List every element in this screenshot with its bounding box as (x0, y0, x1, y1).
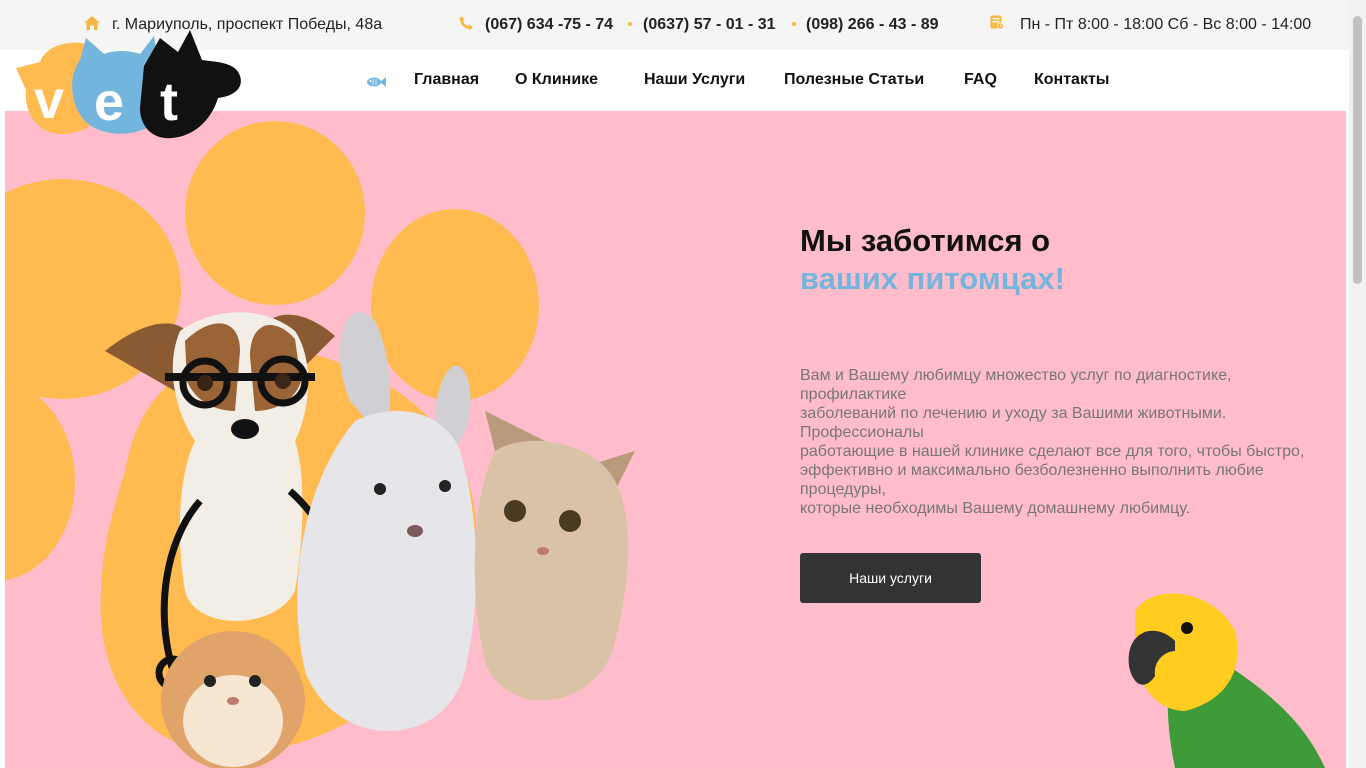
hero-banner: Мы заботимся о ваших питомцах! Вам и Ваш… (5, 111, 1346, 768)
description-line: Вам и Вашему любимцу множество услуг по … (800, 367, 1232, 384)
nav-about-clinic[interactable]: О Клинике (515, 71, 598, 89)
description-line: работающие в нашей клинике сделают все д… (800, 443, 1305, 460)
description-line: Профессионалы (800, 424, 924, 441)
headline-line-2: ваших питомцах! (800, 261, 1065, 296)
paw-toe-top (185, 121, 365, 305)
separator-dot (792, 22, 796, 26)
phone-icon (459, 16, 473, 35)
description-line: профилактике (800, 386, 907, 403)
page-scrollbar[interactable] (1349, 0, 1366, 768)
paw-toe-lower (5, 381, 75, 581)
nav-faq[interactable]: FAQ (964, 71, 997, 89)
logo-text-t: t (160, 72, 178, 132)
description-line: заболеваний по лечению и уходу за Вашими… (800, 405, 1227, 422)
services-cta-button[interactable]: Наши услуги (800, 553, 981, 603)
hero-headline: Мы заботимся о ваших питомцах! (800, 222, 1065, 298)
hours-text: Пн - Пт 8:00 - 18:00 Сб - Вс 8:00 - 14:0… (1020, 16, 1312, 33)
headline-line-1: Мы заботимся о (800, 223, 1051, 258)
nav-services[interactable]: Наши Услуги (644, 71, 745, 89)
scrollbar-thumb[interactable] (1353, 16, 1362, 284)
phone-link-1[interactable]: (067) 634 -75 - 74 (485, 16, 613, 34)
hours-block: Пн - Пт 8:00 - 18:00 Сб - Вс 8:00 - 14:0… (990, 14, 1311, 36)
schedule-icon (990, 15, 1004, 35)
logo-text-e: e (94, 72, 124, 132)
site-logo[interactable]: v e t (12, 26, 244, 142)
description-line: эффективно и максимально безболезненно в… (800, 462, 1264, 479)
hero-description: Вам и Вашему любимцу множество услуг по … (800, 366, 1320, 518)
description-line: которые необходимы Вашему домашнему люби… (800, 500, 1191, 517)
kitten-illustration (474, 411, 635, 701)
nav-contacts[interactable]: Контакты (1034, 71, 1109, 89)
phone-block: (067) 634 -75 - 74 (459, 14, 613, 36)
phone-link-2[interactable]: (0637) 57 - 01 - 31 (643, 14, 776, 36)
fish-icon (366, 75, 386, 93)
nav-articles[interactable]: Полезные Статьи (784, 71, 924, 89)
nav-home[interactable]: Главная (414, 71, 479, 89)
separator-dot (628, 22, 632, 26)
hamster-illustration (161, 631, 305, 768)
parrot-illustration (1128, 593, 1325, 768)
phone-link-3[interactable]: (098) 266 - 43 - 89 (806, 14, 939, 36)
description-line: процедуры, (800, 481, 886, 498)
logo-text-v: v (34, 70, 64, 130)
